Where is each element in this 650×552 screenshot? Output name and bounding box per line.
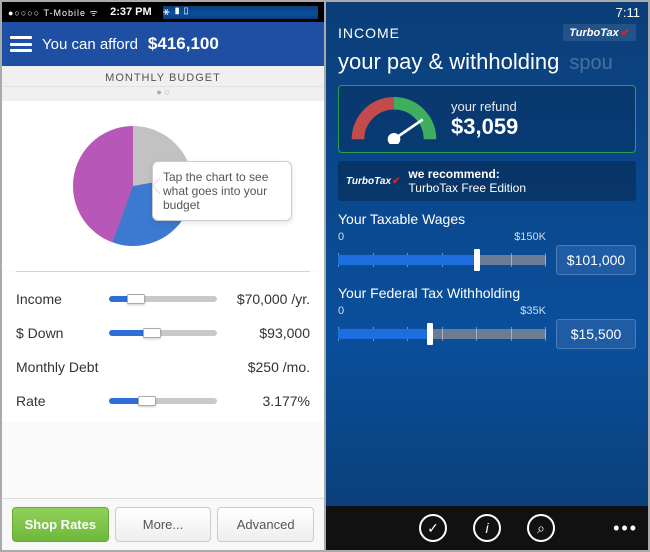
afford-prefix: You can afford [42, 36, 138, 53]
slider-value: $250 /mo. [225, 359, 310, 375]
slider-label: Rate [16, 393, 101, 409]
slider-row-down: $ Down $93,000 [16, 316, 310, 350]
bottom-toolbar: Shop Rates More... Advanced [2, 498, 324, 550]
ios-status-bar: ●○○○○ T-Mobile ᯤ 2:37 PM ⚹ ▮▯ [2, 2, 324, 22]
budget-app-screen: ●○○○○ T-Mobile ᯤ 2:37 PM ⚹ ▮▯ You can af… [1, 1, 325, 551]
section-label: INCOME [338, 25, 400, 41]
rate-slider[interactable] [109, 398, 217, 404]
sliders-panel: Income $70,000 /yr. $ Down $93,000 Month… [2, 272, 324, 422]
recommendation-card[interactable]: TurboTax we recommend: TurboTax Free Edi… [338, 161, 636, 201]
check-icon[interactable]: ✓ [419, 514, 447, 542]
next-tab-peek: spou [569, 52, 612, 75]
wp-status-bar: 7:11 [326, 2, 648, 22]
slider-label: $ Down [16, 325, 101, 341]
page-title[interactable]: your pay & withholding spou [326, 43, 648, 85]
refund-card: your refund $3,059 [338, 85, 636, 153]
withholding-section: Your Federal Tax Withholding 0 $35K $15,… [326, 275, 648, 349]
refund-label: your refund [451, 99, 518, 114]
more-icon[interactable]: ••• [613, 518, 638, 539]
status-right: ⚹ ▮▯ [163, 6, 318, 19]
gauge-icon [349, 94, 439, 144]
afford-amount: $416,100 [148, 34, 219, 54]
shop-rates-button[interactable]: Shop Rates [12, 507, 109, 542]
app-header: You can afford $416,100 [2, 22, 324, 66]
budget-pie-chart[interactable]: Tap the chart to see what goes into your… [2, 101, 324, 271]
more-button[interactable]: More... [115, 507, 212, 542]
slider-label: Monthly Debt [16, 359, 101, 375]
withholding-label: Your Federal Tax Withholding [338, 285, 636, 301]
slider-row-rate: Rate 3.177% [16, 384, 310, 418]
status-time: 2:37 PM [110, 6, 152, 18]
turbotax-app-screen: 7:11 INCOME TurboTax your pay & withhold… [325, 1, 649, 551]
search-icon[interactable]: ⌕ [527, 514, 555, 542]
page-dots-icon: ● ○ [2, 87, 324, 101]
recommend-line2: TurboTax Free Edition [408, 181, 526, 195]
wages-slider[interactable] [338, 255, 546, 265]
status-time: 7:11 [616, 5, 640, 20]
down-slider[interactable] [109, 330, 217, 336]
slider-label: Income [16, 291, 101, 307]
slider-value: $70,000 /yr. [225, 291, 310, 307]
turbotax-small-logo: TurboTax [346, 176, 400, 187]
taxable-wages-section: Your Taxable Wages 0 $150K $101,000 [326, 201, 648, 275]
wp-header: INCOME TurboTax [326, 22, 648, 43]
slider-value: $93,000 [225, 325, 310, 341]
slider-value: 3.177% [225, 393, 310, 409]
withholding-slider[interactable] [338, 329, 546, 339]
slider-row-monthly-debt: Monthly Debt $250 /mo. [16, 350, 310, 384]
advanced-button[interactable]: Advanced [217, 507, 314, 542]
turbotax-logo: TurboTax [563, 24, 636, 41]
menu-icon[interactable] [10, 36, 32, 52]
signal-dots-icon: ●○○○○ T-Mobile ᯤ [8, 6, 99, 19]
section-title: MONTHLY BUDGET [2, 66, 324, 87]
wages-label: Your Taxable Wages [338, 211, 636, 227]
income-slider[interactable] [109, 296, 217, 302]
wages-value[interactable]: $101,000 [556, 245, 636, 275]
chart-tooltip: Tap the chart to see what goes into your… [152, 161, 292, 221]
slider-row-income: Income $70,000 /yr. [16, 282, 310, 316]
wp-appbar: ✓ i ⌕ ••• [326, 506, 648, 550]
refund-amount: $3,059 [451, 114, 518, 140]
withholding-value[interactable]: $15,500 [556, 319, 636, 349]
info-icon[interactable]: i [473, 514, 501, 542]
recommend-line1: we recommend: [408, 167, 526, 181]
